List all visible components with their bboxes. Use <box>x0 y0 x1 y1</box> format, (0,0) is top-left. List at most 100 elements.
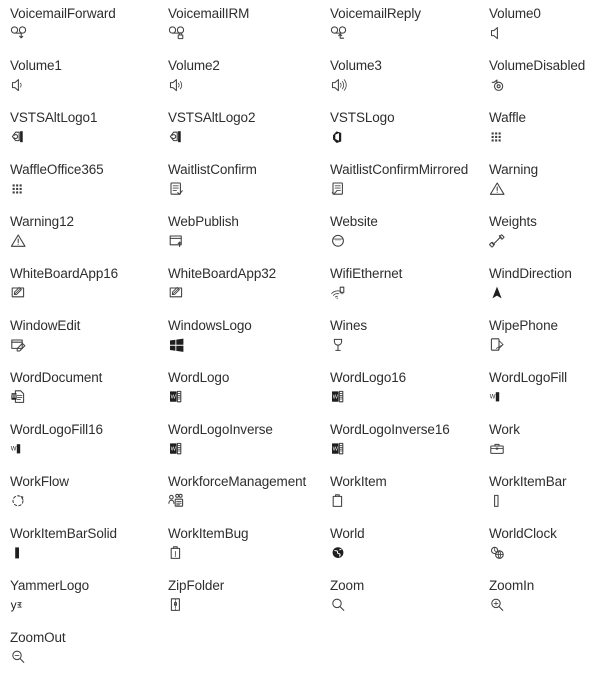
svg-text:W: W <box>12 394 17 400</box>
svg-text:W: W <box>11 447 17 453</box>
icon-cell-workflow[interactable]: WorkFlow <box>10 468 185 520</box>
icon-cell-voicemailreply[interactable]: VoicemailReply <box>330 0 505 52</box>
icon-label: WaffleOffice365 <box>10 162 104 177</box>
icon-row: WordDocument W WordLogo W WordLogo16 W WordLog… <box>0 364 611 416</box>
icon-cell-volumedisabled[interactable]: VolumeDisabled <box>489 52 611 104</box>
icon-label: WorkforceManagement <box>168 474 307 489</box>
icon-cell-waitlistconfirmmirrored[interactable]: WaitlistConfirmMirrored <box>330 156 505 208</box>
icon-row: YammerLogo y ZipFolder Zoom ZoomIn <box>0 572 611 624</box>
icon-cell-waffleoffice365[interactable]: WaffleOffice365 <box>10 156 185 208</box>
icon-row: WindowEdit WindowsLogo Wines WipePhone <box>0 312 611 364</box>
icon-row: WorkFlow WorkforceManagement WorkItem WorkI… <box>0 468 611 520</box>
icon-cell-warning12[interactable]: Warning12 <box>10 208 185 260</box>
icon-cell-workitembarsolid[interactable]: WorkItemBarSolid <box>10 520 185 572</box>
warning-icon <box>489 180 611 204</box>
icon-label: YammerLogo <box>10 578 90 593</box>
icon-row: WorkItemBarSolid WorkItemBug World WorldClo… <box>0 520 611 572</box>
icon-cell-waffle[interactable]: Waffle <box>489 104 611 156</box>
icon-cell-volume0[interactable]: Volume0 <box>489 0 611 52</box>
icon-cell-worddocument[interactable]: WordDocument W <box>10 364 185 416</box>
icon-label: Volume1 <box>10 58 62 73</box>
icon-cell-yammerlogo[interactable]: YammerLogo y <box>10 572 185 624</box>
icon-cell-volume3[interactable]: Volume3 <box>330 52 505 104</box>
icon-label: ZoomIn <box>489 578 535 593</box>
icon-cell-wifiethernet[interactable]: WifiEthernet <box>330 260 505 312</box>
icon-cell-zoomout[interactable]: ZoomOut <box>10 624 185 676</box>
icon-cell-wordlogoinverse[interactable]: WordLogoInverse W <box>168 416 343 468</box>
icon-cell-workitembug[interactable]: WorkItemBug <box>168 520 343 572</box>
icon-cell-weights[interactable]: Weights <box>489 208 611 260</box>
vsts-alt-logo-1-icon <box>10 128 185 152</box>
icon-label: VSTSAltLogo2 <box>168 110 256 125</box>
icon-cell-workforcemanagement[interactable]: WorkforceManagement <box>168 468 343 520</box>
icon-cell-zoom[interactable]: Zoom <box>330 572 505 624</box>
voicemail-irm-icon <box>168 24 343 48</box>
icon-cell-wordlogofill16[interactable]: WordLogoFill16 W <box>10 416 185 468</box>
wifi-ethernet-icon <box>330 284 505 308</box>
icon-cell-whiteboardapp32[interactable]: WhiteBoardApp32 <box>168 260 343 312</box>
icon-label: World <box>330 526 365 541</box>
icon-cell-waitlistconfirm[interactable]: WaitlistConfirm <box>168 156 343 208</box>
icon-cell-vstsaltlogo2[interactable]: VSTSAltLogo2 <box>168 104 343 156</box>
icon-cell-wordlogo16[interactable]: WordLogo16 W <box>330 364 505 416</box>
icon-label: ZipFolder <box>168 578 225 593</box>
work-item-bar-solid-icon <box>10 544 185 568</box>
icon-row: WhiteBoardApp16 WhiteBoardApp32 WifiEthern… <box>0 260 611 312</box>
icon-cell-worldclock[interactable]: WorldClock <box>489 520 611 572</box>
whiteboard-app-32-icon <box>168 284 343 308</box>
icon-label: Volume0 <box>489 6 541 21</box>
work-item-bar-icon <box>489 492 611 516</box>
icon-cell-windowslogo[interactable]: WindowsLogo <box>168 312 343 364</box>
icon-cell-warning[interactable]: Warning <box>489 156 611 208</box>
icon-cell-voicemailirm[interactable]: VoicemailIRM <box>168 0 343 52</box>
windows-logo-icon <box>168 336 343 360</box>
icon-label: WorkItem <box>330 474 387 489</box>
icon-label: VoicemailForward <box>10 6 116 21</box>
icon-label: WorkItemBar <box>489 474 567 489</box>
vsts-logo-icon <box>330 128 505 152</box>
svg-text:W: W <box>333 447 339 453</box>
voicemail-reply-icon <box>330 24 505 48</box>
icon-label: Website <box>330 214 378 229</box>
icon-cell-vstsaltlogo1[interactable]: VSTSAltLogo1 <box>10 104 185 156</box>
wipe-phone-icon <box>489 336 611 360</box>
icon-label: Waffle <box>489 110 526 125</box>
icon-label: WhiteBoardApp16 <box>10 266 119 281</box>
icon-cell-wines[interactable]: Wines <box>330 312 505 364</box>
icon-cell-world[interactable]: World <box>330 520 505 572</box>
icon-cell-voicemailforward[interactable]: VoicemailForward <box>10 0 185 52</box>
icon-label: Warning <box>489 162 539 177</box>
yammer-logo-icon: y <box>10 596 185 620</box>
icon-cell-windowedit[interactable]: WindowEdit <box>10 312 185 364</box>
icon-label: WaitlistConfirmMirrored <box>330 162 469 177</box>
icon-cell-winddirection[interactable]: WindDirection <box>489 260 611 312</box>
volume-2-icon <box>168 76 343 100</box>
icon-row: Warning12 WebPublish Website Weights <box>0 208 611 260</box>
window-edit-icon <box>10 336 185 360</box>
workforce-management-icon <box>168 492 343 516</box>
icon-cell-wordlogo[interactable]: WordLogo W <box>168 364 343 416</box>
zoom-out-icon <box>10 648 185 672</box>
icon-cell-volume1[interactable]: Volume1 <box>10 52 185 104</box>
icon-cell-workitembar[interactable]: WorkItemBar <box>489 468 611 520</box>
icon-cell-workitem[interactable]: WorkItem <box>330 468 505 520</box>
icon-cell-wipephone[interactable]: WipePhone <box>489 312 611 364</box>
icon-label: WorkItemBarSolid <box>10 526 117 541</box>
icon-cell-website[interactable]: Website <box>330 208 505 260</box>
icon-cell-vstslogo[interactable]: VSTSLogo <box>330 104 505 156</box>
icon-cell-wordlogofill[interactable]: WordLogoFill W <box>489 364 611 416</box>
icon-cell-volume2[interactable]: Volume2 <box>168 52 343 104</box>
icon-cell-work[interactable]: Work <box>489 416 611 468</box>
icon-label: WifiEthernet <box>330 266 403 281</box>
volume-3-icon <box>330 76 505 100</box>
waitlist-confirm-icon <box>168 180 343 204</box>
svg-text:W: W <box>333 395 339 401</box>
icon-label: Volume2 <box>168 58 220 73</box>
icon-cell-zipfolder[interactable]: ZipFolder <box>168 572 343 624</box>
icon-cell-webpublish[interactable]: WebPublish <box>168 208 343 260</box>
icon-cell-whiteboardapp16[interactable]: WhiteBoardApp16 <box>10 260 185 312</box>
weights-icon <box>489 232 611 256</box>
wines-icon <box>330 336 505 360</box>
icon-cell-zoomin[interactable]: ZoomIn <box>489 572 611 624</box>
icon-cell-wordlogoinverse16[interactable]: WordLogoInverse16 W <box>330 416 505 468</box>
